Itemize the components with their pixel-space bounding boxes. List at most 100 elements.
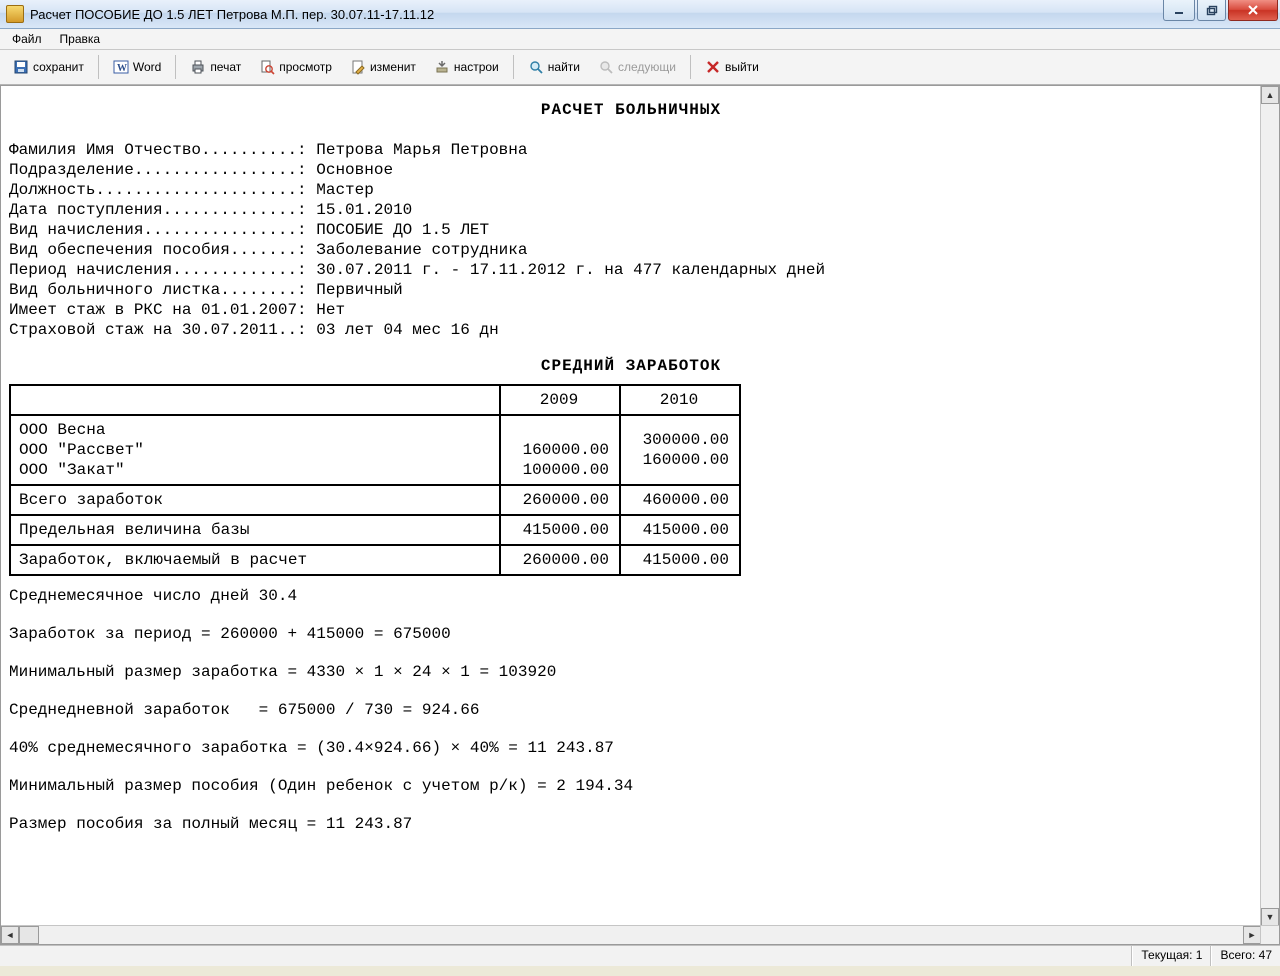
field-position: Должность.....................: Мастер	[9, 180, 1253, 200]
earnings-total-row: Всего заработок 260000.00 460000.00	[10, 485, 740, 515]
scroll-corner	[1260, 925, 1279, 944]
scroll-down-button[interactable]: ▼	[1261, 908, 1279, 926]
included-label: Заработок, включаемый в расчет	[10, 545, 500, 575]
calc-min-earn: Минимальный размер заработка = 4330 × 1 …	[9, 662, 1253, 682]
field-accrual: Вид начисления................: ПОСОБИЕ …	[9, 220, 1253, 240]
toolbar-settings-button[interactable]: настрои	[427, 55, 506, 79]
scroll-left-button[interactable]: ◄	[1, 926, 19, 944]
limit-label: Предельная величина базы	[10, 515, 500, 545]
settings-icon	[434, 59, 450, 75]
toolbar-save-button[interactable]: сохранит	[6, 55, 91, 79]
field-dept: Подразделение.................: Основное	[9, 160, 1253, 180]
menu-edit[interactable]: Правка	[52, 30, 109, 48]
print-icon	[190, 59, 206, 75]
status-total-label: Всего:	[1220, 948, 1255, 962]
earnings-included-row: Заработок, включаемый в расчет 260000.00…	[10, 545, 740, 575]
toolbar-find-button[interactable]: найти	[521, 55, 587, 79]
earnings-header-y1: 2009	[500, 385, 620, 415]
limit-y2: 415000.00	[620, 515, 740, 545]
calc-avg-days: Среднемесячное число дней 30.4	[9, 586, 1253, 606]
statusbar: Текущая: 1 Всего: 47	[0, 945, 1280, 966]
calc-daily: Среднедневной заработок = 675000 / 730 =…	[9, 700, 1253, 720]
menubar: Файл Правка	[0, 29, 1280, 50]
toolbar-word-button[interactable]: W Word	[106, 55, 168, 79]
horizontal-scrollbar[interactable]: ◄ ►	[1, 925, 1261, 944]
scroll-up-button[interactable]: ▲	[1261, 86, 1279, 104]
toolbar-edit-button[interactable]: изменит	[343, 55, 423, 79]
toolbar-print-button[interactable]: печат	[183, 55, 248, 79]
company-0-y2: 300000.00	[643, 431, 729, 449]
total-label: Всего заработок	[10, 485, 500, 515]
toolbar-settings-label: настрои	[454, 60, 499, 74]
app-icon	[6, 5, 24, 23]
document-viewport: РАСЧЕТ БОЛЬНИЧНЫХ Фамилия Имя Отчество..…	[0, 85, 1280, 945]
field-provision: Вид обеспечения пособия.......: Заболева…	[9, 240, 1253, 260]
status-total-value: 47	[1259, 948, 1272, 962]
toolbar-word-label: Word	[133, 60, 161, 74]
calc-forty: 40% среднемесячного заработка = (30.4×92…	[9, 738, 1253, 758]
toolbar-next-button[interactable]: следующи	[591, 55, 683, 79]
field-period: Период начисления.............: 30.07.20…	[9, 260, 1253, 280]
company-1-y2: 160000.00	[643, 451, 729, 469]
window-maximize-button[interactable]	[1197, 0, 1226, 21]
calc-earn-period: Заработок за период = 260000 + 415000 = …	[9, 624, 1253, 644]
next-icon	[598, 59, 614, 75]
window-title: Расчет ПОСОБИЕ ДО 1.5 ЛЕТ Петрова М.П. п…	[30, 7, 434, 22]
status-current-value: 1	[1196, 948, 1203, 962]
svg-text:W: W	[117, 63, 127, 74]
scroll-right-button[interactable]: ►	[1243, 926, 1261, 944]
total-y2: 460000.00	[620, 485, 740, 515]
company-0: ООО Весна	[19, 421, 105, 439]
company-2: ООО "Закат"	[19, 461, 125, 479]
included-y1: 260000.00	[500, 545, 620, 575]
earnings-limit-row: Предельная величина базы 415000.00 41500…	[10, 515, 740, 545]
toolbar-save-label: сохранит	[33, 60, 84, 74]
included-y2: 415000.00	[620, 545, 740, 575]
calculation-block: Среднемесячное число дней 30.4 Заработок…	[9, 586, 1253, 834]
earnings-companies-row: ООО Весна ООО "Рассвет" ООО "Закат" 1600…	[10, 415, 740, 485]
total-y1: 260000.00	[500, 485, 620, 515]
calc-min-benefit: Минимальный размер пособия (Один ребенок…	[9, 776, 1253, 796]
toolbar-next-label: следующи	[618, 60, 676, 74]
find-icon	[528, 59, 544, 75]
status-current-label: Текущая:	[1141, 948, 1192, 962]
preview-icon	[259, 59, 275, 75]
toolbar-exit-button[interactable]: выйти	[698, 55, 766, 79]
toolbar-edit-label: изменит	[370, 60, 416, 74]
hscroll-thumb[interactable]	[19, 926, 39, 944]
toolbar-exit-label: выйти	[725, 60, 759, 74]
calc-full-month: Размер пособия за полный месяц = 11 243.…	[9, 814, 1253, 834]
window-titlebar: Расчет ПОСОБИЕ ДО 1.5 ЛЕТ Петрова М.П. п…	[0, 0, 1280, 29]
status-spacer	[0, 946, 1132, 966]
document-content: РАСЧЕТ БОЛЬНИЧНЫХ Фамилия Имя Отчество..…	[1, 86, 1261, 926]
window-close-button[interactable]	[1228, 0, 1278, 21]
exit-icon	[705, 59, 721, 75]
field-fio: Фамилия Имя Отчество..........: Петрова …	[9, 140, 1253, 160]
word-icon: W	[113, 59, 129, 75]
window-minimize-button[interactable]	[1163, 0, 1195, 21]
menu-file[interactable]: Файл	[4, 30, 50, 48]
save-icon	[13, 59, 29, 75]
company-2-y1: 100000.00	[523, 461, 609, 479]
earnings-header-y2: 2010	[620, 385, 740, 415]
company-1: ООО "Рассвет"	[19, 441, 144, 459]
doc-title: РАСЧЕТ БОЛЬНИЧНЫХ	[9, 100, 1253, 120]
toolbar-preview-button[interactable]: просмотр	[252, 55, 339, 79]
limit-y1: 415000.00	[500, 515, 620, 545]
toolbar-preview-label: просмотр	[279, 60, 332, 74]
field-rks: Имеет стаж в РКС на 01.01.2007: Нет	[9, 300, 1253, 320]
field-exper: Страховой стаж на 30.07.2011..: 03 лет 0…	[9, 320, 1253, 340]
edit-icon	[350, 59, 366, 75]
toolbar-find-label: найти	[548, 60, 580, 74]
status-total: Всего: 47	[1211, 946, 1280, 966]
earnings-table: 2009 2010 ООО Весна ООО "Рассвет" ООО "З…	[9, 384, 741, 576]
vertical-scrollbar[interactable]: ▲ ▼	[1260, 86, 1279, 926]
toolbar: сохранит W Word печат просмотр изменит н…	[0, 50, 1280, 85]
avg-earnings-title: СРЕДНИЙ ЗАРАБОТОК	[9, 356, 1253, 376]
status-current: Текущая: 1	[1132, 946, 1211, 966]
field-hire: Дата поступления..............: 15.01.20…	[9, 200, 1253, 220]
earnings-header-blank	[10, 385, 500, 415]
company-1-y1: 160000.00	[523, 441, 609, 459]
field-sheet: Вид больничного листка........: Первичны…	[9, 280, 1253, 300]
toolbar-print-label: печат	[210, 60, 241, 74]
